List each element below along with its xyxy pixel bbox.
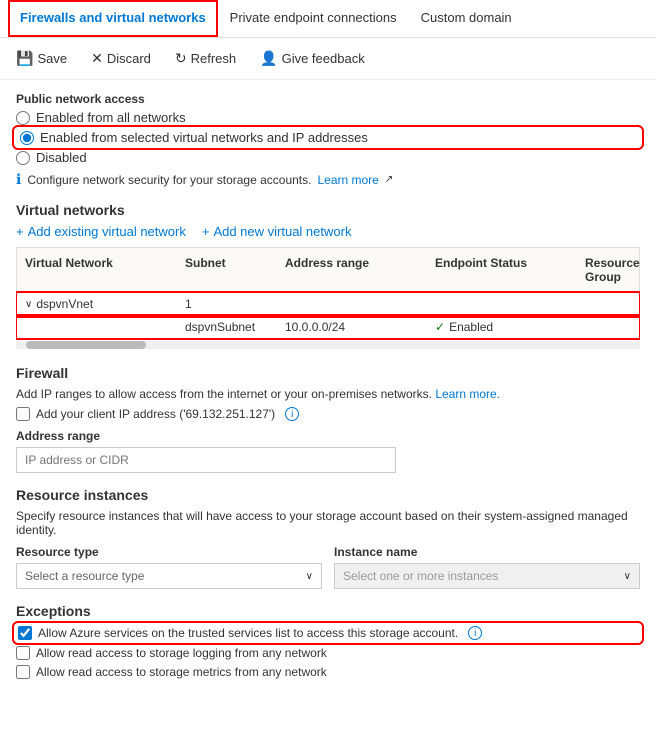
resource-type-select[interactable]: Select a resource type ∨	[16, 563, 322, 589]
discard-icon: ✕	[91, 50, 103, 67]
exception-logging-input[interactable]	[16, 646, 30, 660]
save-icon: 💾	[16, 50, 33, 67]
col-vnet: Virtual Network	[17, 252, 177, 288]
radio-all-label: Enabled from all networks	[36, 110, 186, 125]
toolbar: 💾 Save ✕ Discard ↻ Refresh 👤 Give feedba…	[0, 38, 656, 80]
vnet-table-wrapper: Virtual Network Subnet Address range End…	[16, 247, 640, 351]
public-access-label: Public network access	[16, 92, 640, 106]
client-ip-info-icon[interactable]: i	[285, 407, 299, 421]
radio-all-networks[interactable]: Enabled from all networks	[16, 110, 640, 125]
radio-selected-label: Enabled from selected virtual networks a…	[40, 130, 368, 145]
virtual-networks-section: Virtual networks + Add existing virtual …	[16, 202, 640, 351]
resource-instances-description: Specify resource instances that will hav…	[16, 509, 640, 537]
add-new-vnet-button[interactable]: + Add new virtual network	[202, 224, 352, 239]
client-ip-input[interactable]	[16, 407, 30, 421]
radio-group: Enabled from all networks Enabled from s…	[16, 110, 640, 165]
public-network-access-section: Public network access Enabled from all n…	[16, 92, 640, 188]
resource-instances-title: Resource instances	[16, 487, 640, 503]
plus-icon-existing: +	[16, 224, 24, 239]
resource-type-chevron-icon: ∨	[306, 571, 313, 582]
vnet-subnet-count: 1	[177, 293, 277, 315]
info-text: Configure network security for your stor…	[27, 173, 311, 187]
tab-private-endpoints[interactable]: Private endpoint connections	[218, 0, 409, 37]
col-endpoint: Endpoint Status	[427, 252, 577, 288]
instance-name-select[interactable]: Select one or more instances ∨	[334, 563, 640, 589]
horizontal-scrollbar[interactable]	[16, 341, 640, 349]
exception-trusted-services[interactable]: Allow Azure services on the trusted serv…	[16, 625, 640, 641]
firewall-learn-more-link[interactable]: Learn more.	[435, 387, 500, 401]
resource-row: Resource type Select a resource type ∨ I…	[16, 545, 640, 589]
tab-custom-domain[interactable]: Custom domain	[409, 0, 524, 37]
vnet-child-address: 10.0.0.0/24	[277, 316, 427, 338]
tab-firewalls[interactable]: Firewalls and virtual networks	[8, 0, 218, 37]
external-link-icon: ↗	[385, 174, 393, 185]
address-range-input[interactable]	[16, 447, 396, 473]
vnet-table-header: Virtual Network Subnet Address range End…	[17, 248, 639, 293]
tab-bar: Firewalls and virtual networks Private e…	[0, 0, 656, 38]
vnet-child-endpoint: ✓ Enabled	[427, 316, 577, 338]
resource-type-label: Resource type	[16, 545, 322, 559]
discard-button[interactable]: ✕ Discard	[87, 46, 155, 71]
exceptions-section: Exceptions Allow Azure services on the t…	[16, 603, 640, 679]
save-button[interactable]: 💾 Save	[12, 46, 71, 71]
vnet-child-subnet: dspvnSubnet	[177, 316, 277, 338]
vnet-child-row[interactable]: dspvnSubnet 10.0.0.0/24 ✓ Enabled	[17, 316, 639, 338]
resource-instances-section: Resource instances Specify resource inst…	[16, 487, 640, 589]
vnet-address-cell	[277, 293, 427, 315]
radio-selected-networks[interactable]: Enabled from selected virtual networks a…	[16, 129, 640, 146]
exception-logging[interactable]: Allow read access to storage logging fro…	[16, 646, 640, 660]
virtual-networks-title: Virtual networks	[16, 202, 640, 218]
address-range-field: Address range	[16, 429, 640, 473]
client-ip-checkbox[interactable]: Add your client IP address ('69.132.251.…	[16, 407, 640, 421]
refresh-button[interactable]: ↻ Refresh	[171, 46, 240, 71]
exception-metrics[interactable]: Allow read access to storage metrics fro…	[16, 665, 640, 679]
instance-name-col: Instance name Select one or more instanc…	[334, 545, 640, 589]
vnet-table-container: Virtual Network Subnet Address range End…	[16, 247, 640, 339]
refresh-icon: ↻	[175, 50, 187, 67]
radio-all-input[interactable]	[16, 111, 30, 125]
exception-trusted-info-icon[interactable]: i	[468, 626, 482, 640]
vnet-actions: + Add existing virtual network + Add new…	[16, 224, 640, 239]
vnet-parent-row[interactable]: ∨ dspvnVnet 1	[17, 293, 639, 316]
resource-type-placeholder: Select a resource type	[25, 569, 144, 583]
vnet-endpoint-cell	[427, 293, 577, 315]
col-rg: Resource Group	[577, 252, 640, 288]
instance-name-placeholder: Select one or more instances	[343, 569, 498, 583]
radio-disabled-input[interactable]	[16, 151, 30, 165]
firewall-title: Firewall	[16, 365, 640, 381]
info-row: ℹ Configure network security for your st…	[16, 171, 640, 188]
learn-more-link[interactable]: Learn more	[317, 173, 378, 187]
exception-metrics-input[interactable]	[16, 665, 30, 679]
firewall-section: Firewall Add IP ranges to allow access f…	[16, 365, 640, 473]
vnet-child-name	[17, 316, 177, 338]
info-icon: ℹ	[16, 171, 21, 188]
scroll-thumb[interactable]	[26, 341, 146, 349]
col-address: Address range	[277, 252, 427, 288]
plus-icon-new: +	[202, 224, 210, 239]
instance-name-chevron-icon: ∨	[624, 571, 631, 582]
firewall-description: Add IP ranges to allow access from the i…	[16, 387, 640, 401]
col-subnet: Subnet	[177, 252, 277, 288]
main-content: Public network access Enabled from all n…	[0, 80, 656, 696]
vnet-rg-cell	[577, 293, 639, 315]
instance-name-label: Instance name	[334, 545, 640, 559]
vnet-name-cell: ∨ dspvnVnet	[17, 293, 177, 315]
check-icon: ✓	[435, 320, 445, 334]
address-range-label: Address range	[16, 429, 640, 443]
add-existing-vnet-button[interactable]: + Add existing virtual network	[16, 224, 186, 239]
exceptions-title: Exceptions	[16, 603, 640, 619]
radio-disabled[interactable]: Disabled	[16, 150, 640, 165]
feedback-icon: 👤	[260, 50, 277, 67]
vnet-child-rg	[577, 316, 639, 338]
resource-type-col: Resource type Select a resource type ∨	[16, 545, 322, 589]
exception-trusted-input[interactable]	[18, 626, 32, 640]
feedback-button[interactable]: 👤 Give feedback	[256, 46, 369, 71]
radio-disabled-label: Disabled	[36, 150, 87, 165]
radio-selected-input[interactable]	[20, 131, 34, 145]
expand-icon: ∨	[25, 299, 32, 310]
